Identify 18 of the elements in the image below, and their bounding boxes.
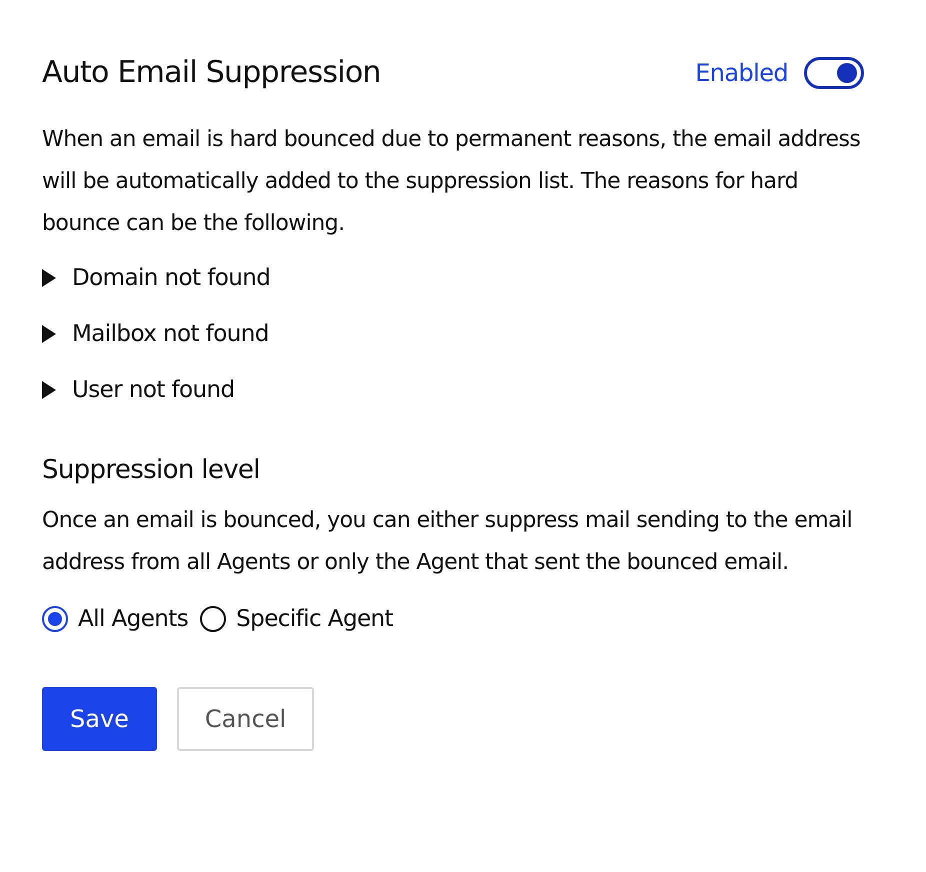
triangle-bullet-icon: [42, 381, 56, 399]
reason-item: Mailbox not found: [72, 320, 269, 349]
cancel-button[interactable]: Cancel: [176, 686, 314, 750]
section-title: Auto Email Suppression: [42, 54, 381, 92]
subsection-title: Suppression level: [42, 454, 261, 487]
radio-button[interactable]: [200, 606, 226, 632]
toggle-status-label: Enabled: [695, 58, 788, 88]
radio-button[interactable]: [42, 606, 68, 632]
reason-item: Domain not found: [72, 264, 270, 293]
triangle-bullet-icon: [42, 269, 56, 287]
radio-label: All Agents: [78, 605, 188, 634]
radio-label: Specific Agent: [236, 605, 393, 634]
toggle-switch[interactable]: [804, 56, 864, 88]
save-button[interactable]: Save: [42, 686, 157, 750]
reason-item: User not found: [72, 376, 235, 405]
subsection-description: Once an email is bounced, you can either suppress mail sending to the email address from all Agents or only the Agent that sent the bounced email.: [42, 507, 854, 577]
triangle-bullet-icon: [42, 325, 56, 343]
description-text: When an email is hard bounced due to permanent reasons, the email address will be automatically added to the suppression list. The reasons for hard bounce can be the following.: [42, 126, 862, 238]
